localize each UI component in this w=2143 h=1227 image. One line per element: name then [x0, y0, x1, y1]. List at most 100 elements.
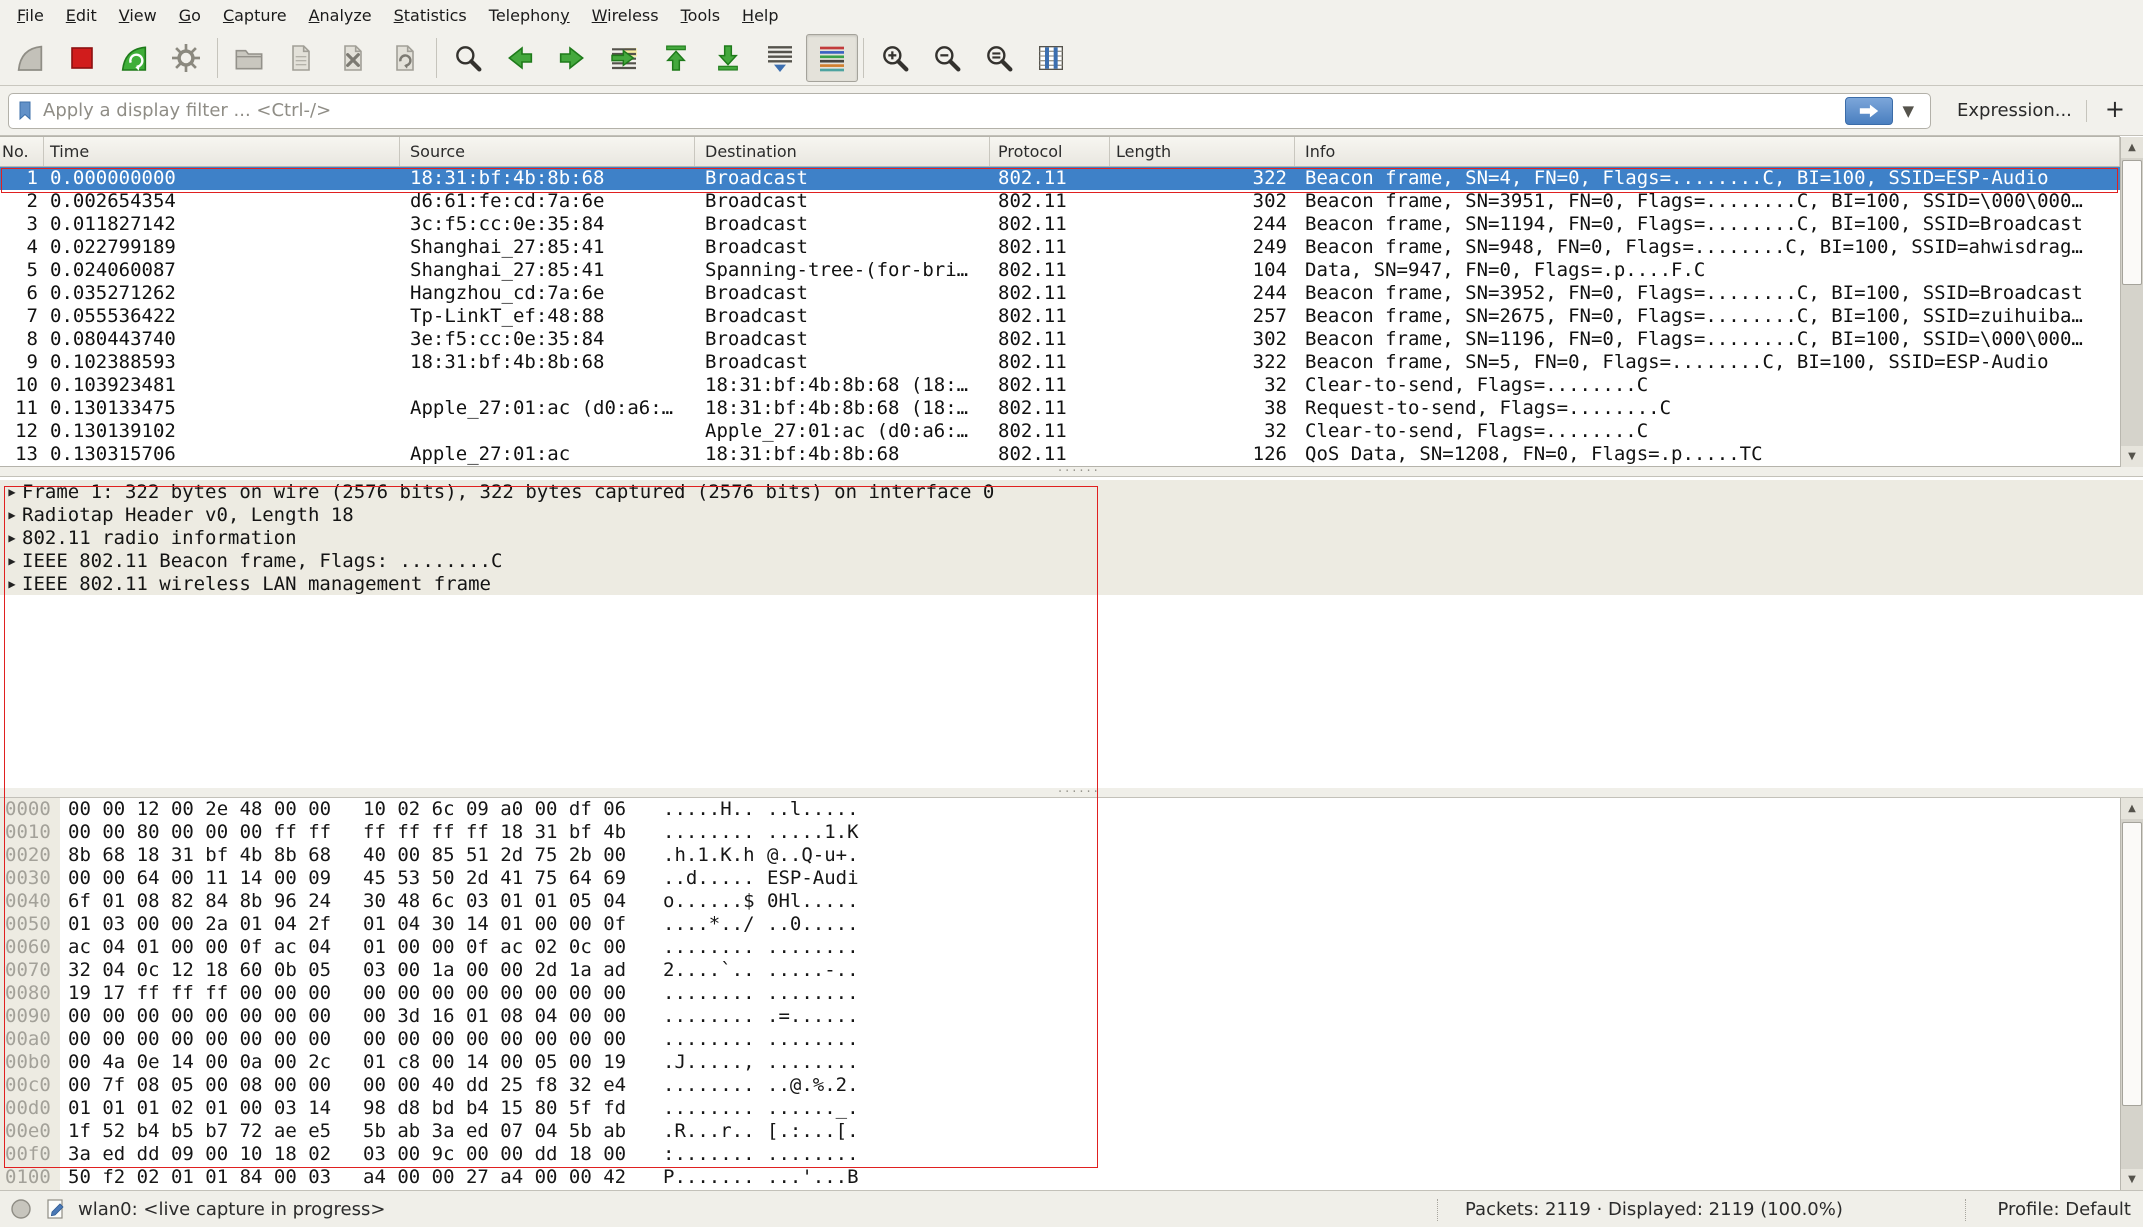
save-file-icon — [285, 42, 317, 74]
menu-item-edit[interactable]: Edit — [55, 3, 108, 28]
detail-tree-row-4[interactable]: ▶IEEE 802.11 Beacon frame, Flags: ......… — [0, 549, 2143, 572]
capture-options-button[interactable] — [160, 34, 212, 82]
packet-row-3[interactable]: 30.0118271423c:f5:cc:0e:35:84Broadcast80… — [0, 213, 2120, 236]
packet-row-5[interactable]: 50.024060087Shanghai_27:85:41Spanning-tr… — [0, 259, 2120, 282]
hex-row-00c0[interactable]: 00c000 7f 08 05 00 08 00 0000 00 40 dd 2… — [0, 1074, 2120, 1097]
menu-item-telephony[interactable]: Telephony — [478, 3, 581, 28]
expert-info-icon[interactable] — [10, 1198, 32, 1220]
filter-dropdown-caret[interactable]: ▼ — [1902, 102, 1914, 120]
restart-capture-button[interactable] — [108, 34, 160, 82]
scroll-down-arrow-icon[interactable]: ▼ — [2121, 446, 2143, 467]
packet-row-12[interactable]: 120.130139102Apple_27:01:ac (d0:a6:…802.… — [0, 420, 2120, 443]
packet-row-1[interactable]: 10.00000000018:31:bf:4b:8b:68Broadcast80… — [0, 167, 2120, 190]
hex-row-00b0[interactable]: 00b000 4a 0e 14 00 0a 00 2c01 c8 00 14 0… — [0, 1051, 2120, 1074]
packet-row-4[interactable]: 40.022799189Shanghai_27:85:41Broadcast80… — [0, 236, 2120, 259]
hex-row-0030[interactable]: 003000 00 64 00 11 14 00 0945 53 50 2d 4… — [0, 867, 2120, 890]
column-header-time[interactable]: Time — [44, 137, 400, 166]
detail-tree-row-5[interactable]: ▶IEEE 802.11 wireless LAN management fra… — [0, 572, 2143, 595]
expression-button[interactable]: Expression... — [1957, 100, 2072, 121]
hex-row-00f0[interactable]: 00f03a ed dd 09 00 10 18 0203 00 9c 00 0… — [0, 1143, 2120, 1166]
hex-bytes-group1: 6f 01 08 82 84 8b 96 24 — [68, 890, 363, 913]
expand-arrow-icon[interactable]: ▶ — [2, 531, 22, 545]
ascii-group1: .....H.. — [663, 798, 767, 821]
zoom-in-button[interactable] — [869, 34, 921, 82]
apply-filter-button[interactable] — [1845, 97, 1893, 125]
find-packet-button[interactable] — [442, 34, 494, 82]
stop-capture-button[interactable] — [56, 34, 108, 82]
menu-item-file[interactable]: File — [6, 3, 55, 28]
column-header-length[interactable]: Length — [1110, 137, 1295, 166]
packet-row-9[interactable]: 90.10238859318:31:bf:4b:8b:68Broadcast80… — [0, 351, 2120, 374]
packet-list-scroll-thumb[interactable] — [2122, 160, 2142, 285]
hex-row-00d0[interactable]: 00d001 01 01 02 01 00 03 1498 d8 bd b4 1… — [0, 1097, 2120, 1120]
hex-row-00a0[interactable]: 00a000 00 00 00 00 00 00 0000 00 00 00 0… — [0, 1028, 2120, 1051]
go-to-bottom-button[interactable] — [702, 34, 754, 82]
detail-tree-row-1[interactable]: ▶Frame 1: 322 bytes on wire (2576 bits),… — [0, 480, 2143, 503]
detail-tree-row-3[interactable]: ▶802.11 radio information — [0, 526, 2143, 549]
hex-row-0020[interactable]: 00208b 68 18 31 bf 4b 8b 6840 00 85 51 2… — [0, 844, 2120, 867]
packet-row-7[interactable]: 70.055536422Tp-LinkT_ef:48:88Broadcast80… — [0, 305, 2120, 328]
menu-item-go[interactable]: Go — [168, 3, 212, 28]
hex-row-0080[interactable]: 008019 17 ff ff ff 00 00 0000 00 00 00 0… — [0, 982, 2120, 1005]
scroll-up-arrow-icon[interactable]: ▲ — [2121, 798, 2143, 819]
hex-offset: 0020 — [0, 844, 68, 867]
column-header-protocol[interactable]: Protocol — [990, 137, 1110, 166]
packet-row-10[interactable]: 100.10392348118:31:bf:4b:8b:68 (18:…802.… — [0, 374, 2120, 397]
menu-item-analyze[interactable]: Analyze — [298, 3, 383, 28]
column-header-destination[interactable]: Destination — [695, 137, 990, 166]
packet-row-11[interactable]: 110.130133475Apple_27:01:ac (d0:a6:…18:3… — [0, 397, 2120, 420]
cell-no: 4 — [0, 236, 44, 259]
detail-tree-row-2[interactable]: ▶Radiotap Header v0, Length 18 — [0, 503, 2143, 526]
capture-comment-icon[interactable] — [44, 1197, 66, 1221]
filter-bookmark-icon[interactable] — [15, 99, 35, 123]
packet-row-8[interactable]: 80.0804437403e:f5:cc:0e:35:84Broadcast80… — [0, 328, 2120, 351]
display-filter-input[interactable]: Apply a display filter ... <Ctrl-/> ▼ — [8, 93, 1931, 129]
profile-label[interactable]: Profile: Default — [1997, 1199, 2131, 1220]
expand-arrow-icon[interactable]: ▶ — [2, 577, 22, 591]
column-header-no[interactable]: No. — [0, 137, 44, 166]
scroll-up-arrow-icon[interactable]: ▲ — [2121, 137, 2143, 158]
menu-item-statistics[interactable]: Statistics — [383, 3, 478, 28]
hex-row-0060[interactable]: 0060ac 04 01 00 00 0f ac 0401 00 00 0f a… — [0, 936, 2120, 959]
resize-columns-button[interactable] — [1025, 34, 1077, 82]
column-header-info[interactable]: Info — [1295, 137, 2120, 166]
zoom-original-button[interactable] — [973, 34, 1025, 82]
zoom-out-button[interactable] — [921, 34, 973, 82]
go-back-button[interactable] — [494, 34, 546, 82]
pane-splitter-top[interactable]: ······ — [0, 467, 2143, 477]
go-forward-button[interactable] — [546, 34, 598, 82]
packet-row-2[interactable]: 20.002654354d6:61:fe:cd:7a:6eBroadcast80… — [0, 190, 2120, 213]
packet-list-scrollbar[interactable]: ▲ ▼ — [2120, 137, 2143, 467]
hex-row-00e0[interactable]: 00e01f 52 b4 b5 b7 72 ae e55b ab 3a ed 0… — [0, 1120, 2120, 1143]
hex-row-0090[interactable]: 009000 00 00 00 00 00 00 0000 3d 16 01 0… — [0, 1005, 2120, 1028]
hex-row-0040[interactable]: 00406f 01 08 82 84 8b 96 2430 48 6c 03 0… — [0, 890, 2120, 913]
packet-bytes-scroll-thumb[interactable] — [2122, 822, 2142, 1106]
auto-scroll-button[interactable] — [754, 34, 806, 82]
hex-row-0000[interactable]: 000000 00 12 00 2e 48 00 0010 02 6c 09 a… — [0, 798, 2120, 821]
expand-arrow-icon[interactable]: ▶ — [2, 554, 22, 568]
colorize-button[interactable] — [806, 34, 858, 82]
pane-splitter-bottom[interactable]: ······ — [0, 788, 2143, 798]
packet-row-13[interactable]: 130.130315706Apple_27:01:ac18:31:bf:4b:8… — [0, 443, 2120, 466]
menu-item-help[interactable]: Help — [731, 3, 789, 28]
menu-item-wireless[interactable]: Wireless — [581, 3, 670, 28]
menu-item-view[interactable]: View — [108, 3, 168, 28]
expand-arrow-icon[interactable]: ▶ — [2, 508, 22, 522]
hex-row-0070[interactable]: 007032 04 0c 12 18 60 0b 0503 00 1a 00 0… — [0, 959, 2120, 982]
scroll-down-arrow-icon[interactable]: ▼ — [2121, 1169, 2143, 1190]
hex-row-0050[interactable]: 005001 03 00 00 2a 01 04 2f01 04 30 14 0… — [0, 913, 2120, 936]
packet-bytes-scrollbar[interactable]: ▲ ▼ — [2120, 798, 2143, 1190]
menu-item-capture[interactable]: Capture — [212, 3, 298, 28]
column-header-source[interactable]: Source — [400, 137, 695, 166]
hex-row-0100[interactable]: 010050 f2 02 01 01 84 00 03a4 00 00 27 a… — [0, 1166, 2120, 1189]
cell-no: 1 — [0, 167, 44, 190]
packet-row-6[interactable]: 60.035271262Hangzhou_cd:7a:6eBroadcast80… — [0, 282, 2120, 305]
ascii-group2: ..@.%.2. — [767, 1074, 859, 1097]
add-filter-button[interactable]: + — [2101, 95, 2135, 127]
go-to-top-button[interactable] — [650, 34, 702, 82]
expand-arrow-icon[interactable]: ▶ — [2, 485, 22, 499]
menu-item-tools[interactable]: Tools — [670, 3, 731, 28]
hex-bytes-group2: 01 04 30 14 01 00 00 0f — [363, 913, 663, 936]
go-to-packet-button[interactable] — [598, 34, 650, 82]
hex-row-0010[interactable]: 001000 00 80 00 00 00 ff ffff ff ff ff 1… — [0, 821, 2120, 844]
